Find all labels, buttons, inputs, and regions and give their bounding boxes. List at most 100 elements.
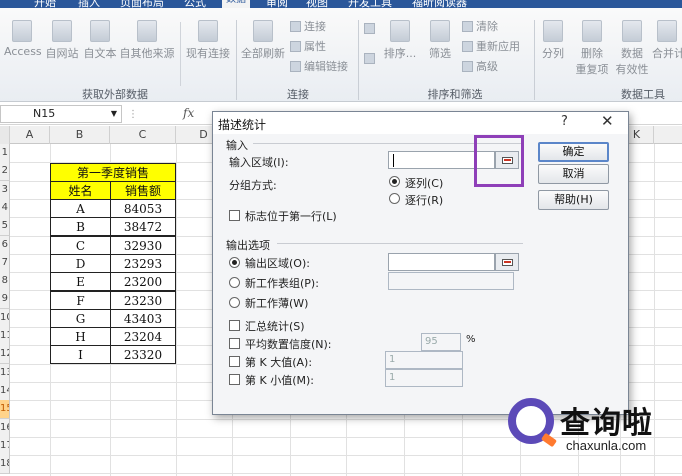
row-header-17[interactable]: 17 xyxy=(0,436,10,456)
advanced-filter-button[interactable]: 高级 xyxy=(462,58,498,74)
clear-filter-button[interactable]: 清除 xyxy=(462,18,498,34)
group-label-sort-filter: 排序和筛选 xyxy=(427,88,483,101)
row-header-3[interactable]: 3 xyxy=(0,180,10,200)
row-header-9[interactable]: 9 xyxy=(0,290,10,310)
column-header-b[interactable]: B xyxy=(50,126,110,144)
row-header-12[interactable]: 12 xyxy=(0,345,10,365)
row-header-7[interactable]: 7 xyxy=(0,253,10,273)
table-cell-name[interactable]: A xyxy=(50,199,111,218)
insert-function-icon[interactable]: fx xyxy=(183,106,194,120)
cancel-button[interactable]: 取消 xyxy=(538,164,609,184)
refresh-all-button[interactable]: 全部刷新 xyxy=(240,20,286,61)
by-row-radio[interactable] xyxy=(389,193,400,204)
edit-links-button[interactable]: 编辑链接 xyxy=(290,58,348,74)
table-cell-sales[interactable]: 23230 xyxy=(110,290,176,310)
table-cell-sales[interactable]: 23200 xyxy=(110,272,176,292)
connections-button[interactable]: 连接 xyxy=(290,18,326,34)
table-cell-sales[interactable]: 23293 xyxy=(110,253,176,273)
table-cell-sales[interactable]: 32930 xyxy=(110,235,176,255)
column-header-c[interactable]: C xyxy=(110,126,176,144)
table-cell-name[interactable]: I xyxy=(50,345,111,365)
output-range-field[interactable] xyxy=(388,253,495,271)
from-web-button[interactable]: 自网站 xyxy=(44,20,80,61)
text-to-columns-button[interactable]: 分列 xyxy=(538,20,568,61)
kth-largest-field[interactable]: 1 xyxy=(385,351,463,369)
new-sheet-radio[interactable] xyxy=(229,277,240,288)
from-access-button[interactable]: Access xyxy=(4,20,42,58)
row-header-5[interactable]: 5 xyxy=(0,217,10,237)
help-button[interactable]: 帮助(H) xyxy=(538,190,609,210)
header-name-cell[interactable]: 姓名 xyxy=(50,181,111,200)
consolidate-button[interactable]: 合并计 xyxy=(652,20,682,61)
table-cell-name[interactable]: C xyxy=(50,235,111,255)
row-header-8[interactable]: 8 xyxy=(0,272,10,292)
labels-first-row-checkbox[interactable] xyxy=(229,210,240,221)
row-header-18[interactable]: 18 xyxy=(0,455,10,475)
sort-button[interactable]: 排序... xyxy=(380,20,420,61)
table-cell-name[interactable]: E xyxy=(50,272,111,292)
kth-smallest-field[interactable]: 1 xyxy=(385,369,463,387)
data-validation-button[interactable]: 数据 有效性 xyxy=(612,20,652,77)
tab-developer[interactable]: 开发工具 xyxy=(348,0,392,8)
select-all-corner[interactable] xyxy=(0,126,10,144)
ok-button[interactable]: 确定 xyxy=(538,142,609,162)
consolidate-icon xyxy=(657,20,677,42)
name-box[interactable]: N15 ▼ xyxy=(0,105,122,123)
row-header-6[interactable]: 6 xyxy=(0,235,10,255)
help-icon[interactable]: ? xyxy=(561,114,568,129)
chevron-down-icon[interactable]: ▼ xyxy=(111,106,117,122)
tab-formulas[interactable]: 公式 xyxy=(184,0,206,8)
reapply-button[interactable]: 重新应用 xyxy=(462,38,520,54)
row-header-13[interactable]: 13 xyxy=(0,363,10,383)
table-title-cell[interactable]: 第一季度销售 xyxy=(50,163,176,182)
kth-largest-checkbox[interactable] xyxy=(229,356,240,367)
table-cell-name[interactable]: H xyxy=(50,327,111,347)
tab-data[interactable]: 数据 xyxy=(222,0,250,8)
descriptive-statistics-dialog: 描述统计 ? ✕ 输入 输入区域(I): 分组方式: 逐列(C) 逐行(R) 标… xyxy=(212,111,629,415)
sort-asc-button[interactable] xyxy=(364,22,378,35)
table-cell-name[interactable]: D xyxy=(50,253,111,273)
tab-review[interactable]: 审阅 xyxy=(266,0,288,8)
table-cell-sales[interactable]: 23204 xyxy=(110,327,176,347)
table-cell-sales[interactable]: 43403 xyxy=(110,308,176,328)
by-column-radio[interactable] xyxy=(389,176,400,187)
row-header-4[interactable]: 4 xyxy=(0,198,10,218)
row-header-10[interactable]: 10 xyxy=(0,308,10,328)
existing-connections-button[interactable]: 现有连接 xyxy=(184,20,232,61)
table-cell-sales[interactable]: 38472 xyxy=(110,217,176,237)
row-header-1[interactable]: 1 xyxy=(0,144,10,163)
tab-foxit[interactable]: 福昕阅读器 xyxy=(412,0,467,8)
tab-home[interactable]: 开始 xyxy=(34,0,56,8)
remove-duplicates-button[interactable]: 删除 重复项 xyxy=(572,20,612,77)
kth-smallest-checkbox[interactable] xyxy=(229,374,240,385)
confidence-level-field[interactable]: 95 xyxy=(421,333,461,351)
table-cell-name[interactable]: F xyxy=(50,290,111,310)
header-sales-cell[interactable]: 销售额 xyxy=(110,181,176,200)
table-cell-sales[interactable]: 23320 xyxy=(110,345,176,365)
row-header-11[interactable]: 11 xyxy=(0,327,10,346)
output-range-radio[interactable] xyxy=(229,257,240,268)
table-cell-name[interactable]: G xyxy=(50,308,111,328)
row-header-2[interactable]: 2 xyxy=(0,162,10,182)
sort-desc-button[interactable] xyxy=(364,52,378,65)
row-header-14[interactable]: 14 xyxy=(0,381,10,401)
new-sheet-name-field[interactable] xyxy=(388,272,514,290)
new-workbook-radio[interactable] xyxy=(229,297,240,308)
input-group-label: 输入 xyxy=(226,139,248,152)
summary-stats-checkbox[interactable] xyxy=(229,320,240,331)
from-text-button[interactable]: 自文本 xyxy=(82,20,118,61)
filter-button[interactable]: 筛选 xyxy=(424,20,456,61)
output-range-collapse-button[interactable] xyxy=(495,253,519,271)
table-cell-name[interactable]: B xyxy=(50,217,111,237)
row-header-15[interactable]: 15 xyxy=(0,400,10,420)
column-header-a[interactable]: A xyxy=(10,126,50,144)
tab-view[interactable]: 视图 xyxy=(306,0,328,8)
row-header-16[interactable]: 16 xyxy=(0,418,10,438)
table-cell-sales[interactable]: 84053 xyxy=(110,199,176,218)
tab-insert[interactable]: 插入 xyxy=(78,0,100,8)
confidence-level-checkbox[interactable] xyxy=(229,338,240,349)
properties-button[interactable]: 属性 xyxy=(290,38,326,54)
tab-page-layout[interactable]: 页面布局 xyxy=(120,0,164,8)
from-other-sources-button[interactable]: 自其他来源 xyxy=(118,20,176,61)
close-icon[interactable]: ✕ xyxy=(601,112,614,130)
